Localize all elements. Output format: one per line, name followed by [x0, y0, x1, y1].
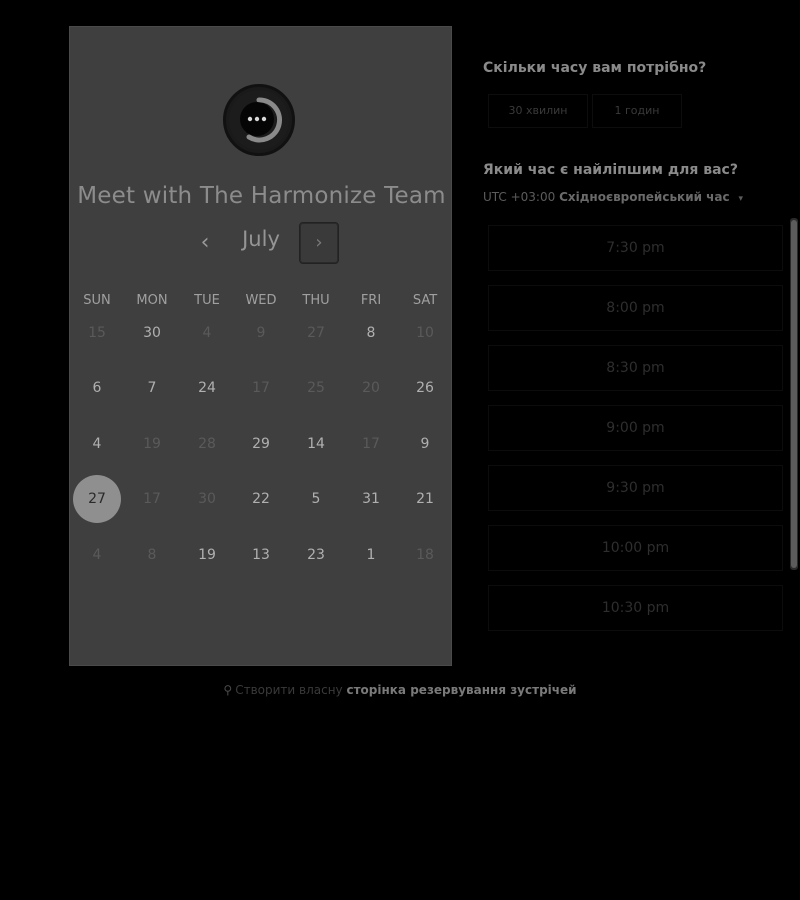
calendar-day[interactable]: 4 — [73, 420, 121, 468]
calendar-day[interactable]: 13 — [237, 531, 285, 579]
chevron-left-icon: ‹ — [200, 230, 210, 255]
calendar-day: 4 — [92, 547, 102, 563]
booking-panel: Скільки часу вам потрібно? 30 хвилин 1 г… — [483, 0, 800, 900]
calendar-day: 30 — [198, 491, 216, 507]
hubspot-sprocket-icon: ⚲ — [223, 683, 233, 697]
footer: ⚲ Створити власну сторінка резервування з… — [0, 683, 800, 697]
duration-30-button[interactable]: 30 хвилин — [488, 94, 588, 128]
caret-down-icon: ▾ — [738, 194, 743, 204]
duration-60-button[interactable]: 1 годин — [592, 94, 682, 128]
calendar-day[interactable]: 1 — [347, 531, 395, 579]
calendar-panel: Meet with The Harmonize Team ‹ July › SU… — [69, 26, 452, 666]
time-slot-button[interactable]: 9:00 pm — [488, 405, 783, 451]
month-label: July — [242, 227, 280, 251]
weekday-label: FRI — [360, 293, 382, 308]
weekday-label: WED — [245, 293, 277, 308]
calendar-day: 17 — [252, 380, 270, 396]
calendar-day[interactable]: 6 — [73, 364, 121, 412]
weekday-label: TUE — [194, 293, 220, 308]
time-slot-scrollbar[interactable] — [790, 218, 798, 570]
timezone-name: Східноєвропейський час — [559, 190, 730, 204]
calendar-day: 15 — [88, 325, 106, 341]
calendar-day: 18 — [416, 547, 434, 563]
calendar-day: 8 — [147, 547, 157, 563]
calendar-day: 20 — [362, 380, 380, 396]
avatar — [223, 84, 295, 156]
time-slot-button[interactable]: 8:30 pm — [488, 345, 783, 391]
chat-bubble-icon — [229, 90, 289, 150]
calendar-day: 27 — [307, 325, 325, 341]
weekday-label: MON — [136, 293, 168, 308]
scrollbar-thumb[interactable] — [791, 220, 797, 568]
time-slot-button[interactable]: 8:00 pm — [488, 285, 783, 331]
footer-prefix: Створити власну — [235, 683, 343, 697]
calendar-day[interactable]: 19 — [183, 531, 231, 579]
selected-day[interactable]: 27 — [73, 475, 121, 523]
calendar-day: 19 — [143, 436, 161, 452]
calendar-day[interactable]: 26 — [401, 364, 449, 412]
weekday-label: SAT — [412, 293, 438, 308]
timezone-offset: UTC +03:00 — [483, 190, 556, 204]
calendar-day: 4 — [202, 325, 212, 341]
calendar-day: 10 — [416, 325, 434, 341]
calendar-day: 17 — [143, 491, 161, 507]
calendar-day[interactable]: 21 — [401, 475, 449, 523]
calendar-day[interactable]: 29 — [237, 420, 285, 468]
duration-question: Скільки часу вам потрібно? — [483, 60, 707, 76]
weekday-label: SUN — [83, 293, 111, 308]
calendar-day[interactable]: 22 — [237, 475, 285, 523]
time-question: Який час є найліпшим для вас? — [483, 162, 738, 178]
calendar-day[interactable]: 14 — [292, 420, 340, 468]
calendar-day[interactable]: 7 — [128, 364, 176, 412]
month-navigation: ‹ July › — [70, 221, 453, 267]
calendar-day: 25 — [307, 380, 325, 396]
next-month-button[interactable]: › — [299, 222, 339, 264]
calendar-day: 28 — [198, 436, 216, 452]
chevron-right-icon: › — [315, 232, 323, 253]
calendar-day[interactable]: 23 — [292, 531, 340, 579]
calendar-day[interactable]: 5 — [292, 475, 340, 523]
timezone-select[interactable]: UTC +03:00 Східноєвропейський час ▾ — [483, 190, 743, 204]
time-slot-button[interactable]: 9:30 pm — [488, 465, 783, 511]
time-slot-button[interactable]: 10:00 pm — [488, 525, 783, 571]
calendar-day: 17 — [362, 436, 380, 452]
calendar-day[interactable]: 8 — [347, 309, 395, 357]
time-slot-button[interactable]: 7:30 pm — [488, 225, 783, 271]
time-slot-button[interactable]: 10:30 pm — [488, 585, 783, 631]
calendar-day: 9 — [256, 325, 266, 341]
prev-month-button[interactable]: ‹ — [193, 229, 217, 257]
create-booking-page-link[interactable]: сторінка резервування зустрічей — [346, 683, 576, 697]
calendar-day[interactable]: 24 — [183, 364, 231, 412]
calendar-day[interactable]: 31 — [347, 475, 395, 523]
page-title: Meet with The Harmonize Team — [77, 183, 446, 209]
calendar-day[interactable]: 30 — [128, 309, 176, 357]
weekday-label: THU — [302, 293, 330, 308]
calendar-day[interactable]: 9 — [401, 420, 449, 468]
